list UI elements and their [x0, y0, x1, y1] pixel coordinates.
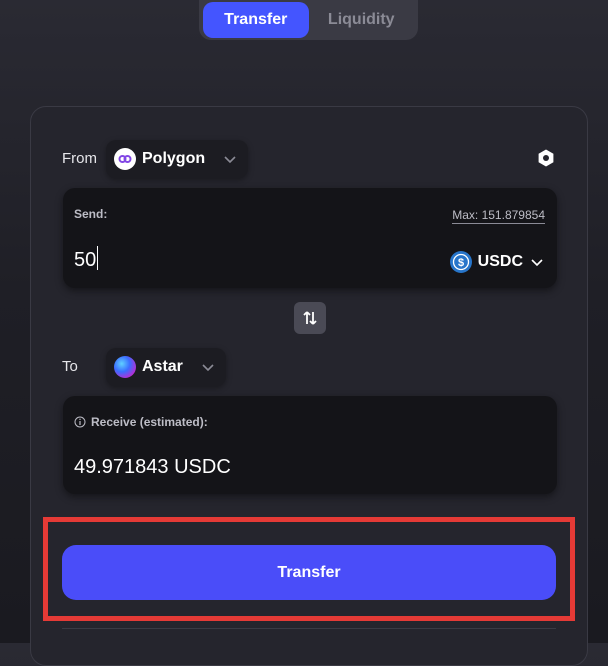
astar-icon [114, 356, 136, 378]
highlight-box [43, 517, 575, 621]
receive-value: 49.971843 USDC [74, 456, 231, 478]
token-name: USDC [477, 253, 523, 270]
to-chain-name: Astar [142, 358, 183, 375]
text-caret [97, 246, 99, 270]
send-panel: Send: Max: 151.879854 50 $ USDC [63, 188, 557, 288]
divider [62, 628, 556, 629]
info-icon [74, 416, 86, 428]
settings-icon[interactable] [536, 148, 556, 168]
from-chain-select[interactable]: Polygon [106, 140, 248, 178]
chevron-down-icon [202, 364, 214, 372]
max-amount-link[interactable]: Max: 151.879854 [452, 208, 545, 224]
swap-direction-button[interactable] [294, 302, 326, 334]
mode-tabs: Transfer Liquidity [199, 0, 418, 40]
send-label: Send: [74, 207, 108, 221]
receive-panel: Receive (estimated): 49.971843 USDC [63, 396, 557, 494]
receive-label-row: Receive (estimated): [74, 415, 208, 429]
chevron-down-icon [531, 259, 543, 267]
swap-arrows-icon [303, 311, 317, 325]
polygon-icon [114, 148, 136, 170]
svg-text:$: $ [458, 257, 464, 269]
to-label: To [62, 358, 78, 375]
tab-transfer[interactable]: Transfer [203, 2, 309, 38]
usdc-icon: $ [449, 251, 472, 273]
send-amount-value: 50 [74, 249, 97, 271]
token-select[interactable]: $ USDC [449, 251, 545, 273]
receive-label: Receive (estimated): [91, 415, 208, 429]
chevron-down-icon [224, 156, 236, 164]
from-label: From [62, 150, 97, 167]
from-chain-name: Polygon [142, 150, 206, 167]
send-amount-input[interactable]: 50 [74, 246, 99, 272]
tab-liquidity[interactable]: Liquidity [309, 2, 415, 38]
to-chain-select[interactable]: Astar [106, 348, 226, 386]
